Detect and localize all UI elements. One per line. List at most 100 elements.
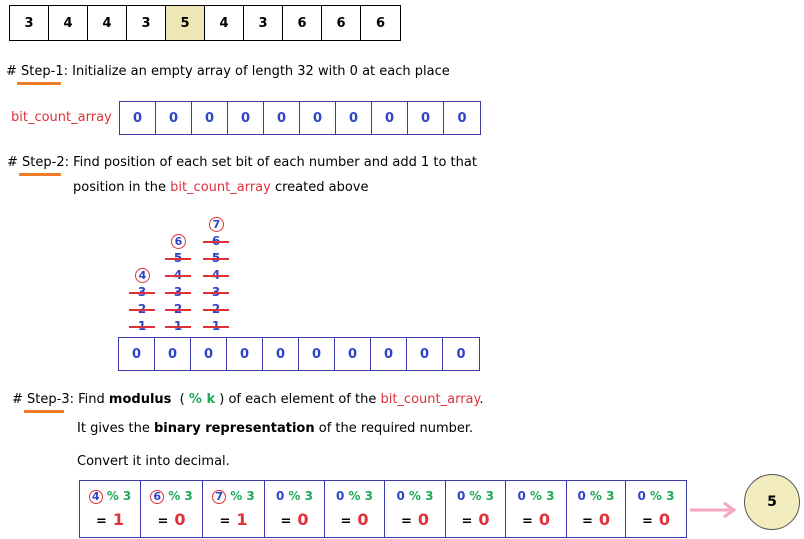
equals-sign: =: [641, 514, 653, 529]
bit-count-array-updated: 0000000000: [118, 337, 480, 371]
bit-count-cell: 0: [336, 102, 372, 134]
bit-count-cell: 0: [456, 346, 466, 362]
modulus-cell: 4% 3 = 1: [80, 481, 141, 537]
modulus-cell: 0% 3 = 0: [325, 481, 385, 537]
result-circle: 5: [744, 474, 800, 530]
step1-hash: #: [6, 64, 17, 79]
input-cell: 3: [127, 6, 166, 40]
modulus-cell: 0% 3 = 0: [506, 481, 567, 537]
step2-underline: [19, 173, 61, 176]
mod-operator: % 3: [230, 489, 255, 503]
input-array: 3443543666: [9, 5, 401, 41]
modulus-result: 1: [112, 510, 125, 529]
input-cell: 6: [375, 15, 386, 31]
mod-operator: % 3: [529, 489, 555, 503]
modulus-expression: 0% 3: [385, 489, 445, 503]
step2-line1: # Step-2: Find position of each set bit …: [7, 155, 477, 170]
step1-text: : Initialize an empty array of length 32…: [63, 64, 450, 79]
bit-count-cell: 0: [227, 338, 263, 370]
mod-operator: % 3: [469, 489, 494, 503]
circled-count-value: 7: [212, 489, 227, 504]
struck-bit-position: 5: [203, 250, 229, 267]
input-cell: 4: [205, 6, 244, 40]
count-value: 0: [457, 489, 466, 503]
equals-sign: =: [219, 514, 231, 529]
modulus-cell: 0% 3 = 0: [385, 481, 446, 537]
step2-line2: position in the bit_count_array created …: [73, 180, 368, 195]
bit-count-cell: 0: [191, 338, 227, 370]
step3-line1: # Step-3: Find modulus ( % k ) of each e…: [12, 392, 483, 407]
count-value: 0: [577, 489, 586, 503]
modulus-expression: 0% 3: [325, 489, 384, 503]
equals-sign: =: [157, 514, 169, 529]
struck-bit-position: 3: [129, 284, 155, 301]
bit-count-cell: 0: [407, 338, 443, 370]
modulus-expression: 0% 3: [446, 489, 505, 503]
bit-count-cell: 0: [299, 338, 335, 370]
modulus-expression: 0% 3: [506, 489, 566, 503]
modulus-cell: 0% 3 = 0: [567, 481, 626, 537]
modulus-result: 0: [357, 510, 369, 529]
circled-count-value: 4: [88, 489, 103, 504]
step3-e: ) of each element of the: [219, 392, 377, 407]
modulus-result-line: = 0: [506, 510, 566, 529]
bit-count-cell: 0: [228, 102, 264, 134]
modulus-result-line: = 0: [626, 510, 686, 529]
struck-bit-position: 2: [129, 301, 155, 318]
step3-a: : Find: [69, 392, 105, 407]
struck-bit-position: 2: [165, 301, 191, 318]
bit-count-cell: 0: [156, 102, 192, 134]
step3-bit-count-array-ref: bit_count_array: [380, 392, 480, 407]
struck-bit-position: 1: [129, 318, 155, 335]
modulus-result: 0: [297, 510, 309, 529]
struck-bit-position: 2: [203, 301, 229, 318]
struck-bit-position: 5: [165, 250, 191, 267]
modulus-result-line: = 0: [567, 510, 625, 529]
modulus-result-line: = 0: [265, 510, 324, 529]
struck-bit-position: 4: [165, 267, 191, 284]
mod-operator: % 3: [589, 489, 615, 503]
input-cell: 6: [283, 6, 322, 40]
modulus-cell: 0% 3 = 0: [446, 481, 506, 537]
circled-bit-position: 7: [209, 217, 224, 232]
bit-count-cell: 0: [155, 338, 191, 370]
equals-sign: =: [461, 514, 473, 529]
equals-sign: =: [581, 514, 593, 529]
step3-line3: Convert it into decimal.: [77, 454, 230, 469]
step3-binary-representation: binary representation: [154, 421, 315, 436]
modulus-result: 0: [598, 510, 611, 529]
struck-bit-position: 1: [165, 318, 191, 335]
bit-count-cell: 0: [119, 338, 155, 370]
equals-sign: =: [400, 514, 412, 529]
count-value: 0: [637, 489, 646, 503]
step2-hash: #: [7, 155, 18, 170]
modulus-array: 4% 3 = 1 6% 3 = 0 7% 3 = 1 0% 3 = 0 0% 3 = 0 0% 3 = 0 0% 3…: [79, 480, 687, 538]
bit-count-cell: 0: [263, 338, 299, 370]
step3-modulus: modulus: [108, 392, 172, 407]
mod-operator: % 3: [288, 489, 313, 503]
mod-operator: % 3: [408, 489, 434, 503]
bit-count-cell: 0: [335, 338, 371, 370]
modulus-result-line: = 1: [80, 510, 140, 529]
bit-count-cell: 0: [264, 102, 300, 134]
input-cell: 3: [244, 6, 283, 40]
modulus-result: 0: [478, 510, 490, 529]
modulus-result: 0: [538, 510, 551, 529]
modulus-result: 0: [658, 510, 671, 529]
modulus-expression: 4% 3: [80, 489, 140, 504]
modulus-cell: 6% 3 = 0: [141, 481, 203, 537]
bit-count-cell: 0: [300, 102, 336, 134]
count-value: 0: [336, 489, 345, 503]
count-value: 0: [276, 489, 285, 503]
circled-count-value: 6: [150, 489, 165, 504]
struck-bit-position: 1: [203, 318, 229, 335]
input-cell: 3: [10, 6, 49, 40]
equals-sign: =: [280, 514, 292, 529]
bit-count-cell: 0: [457, 110, 467, 126]
step2-bit-count-array-ref: bit_count_array: [170, 180, 271, 195]
struck-bit-position: 4: [203, 267, 229, 284]
modulus-result-line: = 1: [203, 510, 264, 529]
equals-sign: =: [340, 514, 352, 529]
modulus-result: 1: [236, 510, 248, 529]
circled-bit-position: 4: [135, 268, 150, 283]
